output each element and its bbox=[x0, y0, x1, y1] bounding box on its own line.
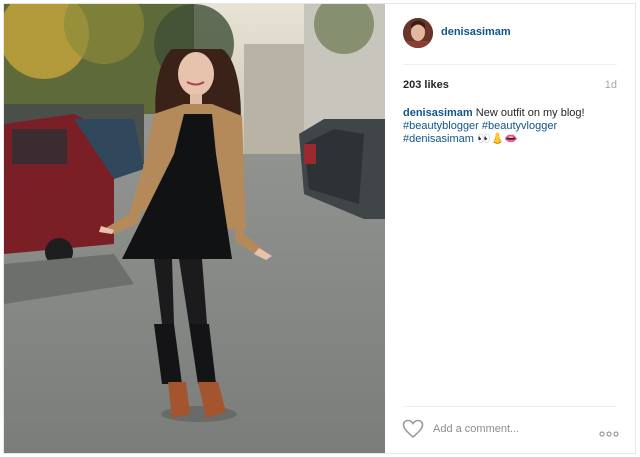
photo-illustration bbox=[4, 4, 385, 453]
avatar-image bbox=[403, 18, 433, 48]
comment-bar bbox=[385, 407, 635, 453]
post-header: denisasimam bbox=[385, 4, 635, 64]
caption-text: New outfit on my blog! bbox=[475, 107, 585, 119]
hashtag-link[interactable]: #beautyvlogger bbox=[482, 120, 557, 132]
avatar[interactable] bbox=[403, 18, 433, 48]
heart-icon[interactable] bbox=[402, 419, 424, 439]
post-caption: denisasimam New outfit on my blog! #beau… bbox=[403, 107, 617, 146]
caption-author-link[interactable]: denisasimam bbox=[403, 107, 473, 119]
post-author-link[interactable]: denisasimam bbox=[441, 26, 511, 38]
more-options-icon[interactable] bbox=[599, 425, 619, 437]
hashtag-link[interactable]: #denisasimam bbox=[403, 133, 474, 145]
like-count[interactable]: 203 likes bbox=[403, 79, 449, 91]
post-sidebar: denisasimam 203 likes 1d denisasimam New… bbox=[385, 4, 635, 453]
header-divider bbox=[403, 64, 617, 65]
caption-emoji: 👀👃👄 bbox=[476, 133, 519, 145]
hashtag-link[interactable]: #beautyblogger bbox=[403, 120, 479, 132]
comment-input[interactable] bbox=[433, 419, 583, 439]
post-timestamp[interactable]: 1d bbox=[605, 79, 617, 91]
post-photo[interactable] bbox=[4, 4, 385, 453]
post-card: denisasimam 203 likes 1d denisasimam New… bbox=[3, 3, 636, 454]
